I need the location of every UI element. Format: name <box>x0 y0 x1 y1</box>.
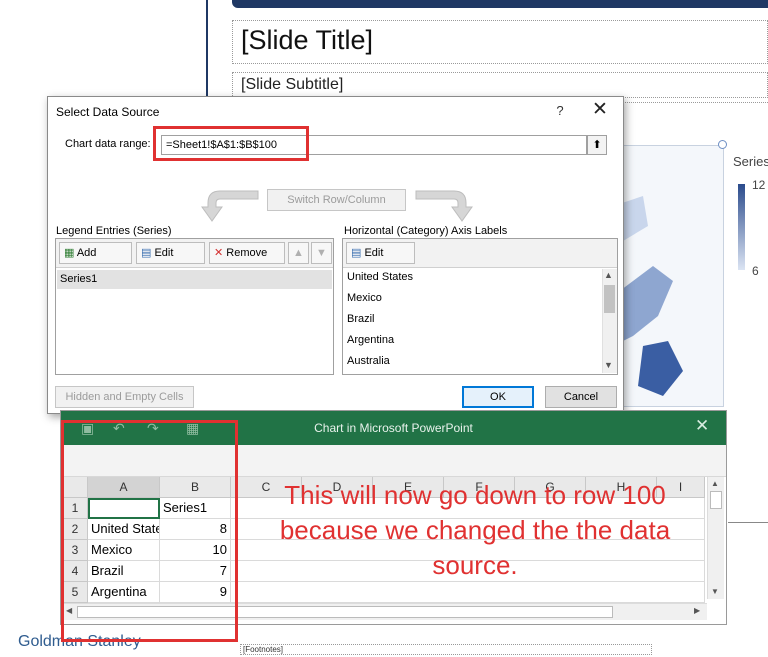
collapse-dialog-button[interactable]: ⬆ <box>587 135 607 155</box>
map-chart-area[interactable] <box>612 145 724 407</box>
axis-list-item[interactable]: United States <box>347 271 413 283</box>
chart-legend-max: 12 <box>752 178 766 192</box>
select-data-source-dialog: Select Data Source ? ✕ Chart data range:… <box>47 96 624 414</box>
axis-labels-label: Horizontal (Category) Axis Labels <box>344 225 508 237</box>
scrollbar-thumb[interactable] <box>710 491 722 509</box>
edit-series-button[interactable]: ▤ Edit <box>136 242 205 264</box>
slide-title-placeholder[interactable]: [Slide Title] <box>232 20 768 64</box>
edit-axis-labels-button[interactable]: ▤ Edit <box>346 242 415 264</box>
edit-label: Edit <box>364 247 384 259</box>
chart-legend-title: Series <box>733 154 768 169</box>
empty-cells-row[interactable] <box>231 582 705 603</box>
series-list-item[interactable]: Series1 <box>57 270 332 289</box>
axis-toolbar: ▤ Edit <box>343 239 617 268</box>
cancel-button[interactable]: Cancel <box>545 386 617 408</box>
scroll-up-icon[interactable]: ▲ <box>604 270 613 280</box>
chart-legend-min: 6 <box>752 264 759 278</box>
move-down-button[interactable]: ▼ <box>311 242 332 264</box>
remove-icon: ✕ <box>214 247 227 259</box>
remove-label: Remove <box>226 247 268 259</box>
vertical-scrollbar[interactable]: ▲ ▼ <box>707 477 724 599</box>
switch-right-arrow-icon <box>415 190 473 222</box>
legend-toolbar: ▦ Add ▤ Edit ✕ Remove ▲ ▼ <box>56 239 333 268</box>
axis-list-item[interactable]: Mexico <box>347 292 382 304</box>
chart-resize-handle[interactable] <box>718 140 727 149</box>
axis-list-item[interactable]: Australia <box>347 355 390 367</box>
edit-icon: ▤ <box>141 247 155 259</box>
scroll-right-icon[interactable]: ▶ <box>694 606 700 615</box>
annotation-text: This will now go down to row 100 because… <box>279 480 671 580</box>
scroll-down-icon[interactable]: ▼ <box>711 587 719 596</box>
dialog-title: Select Data Source <box>56 105 160 119</box>
chart-data-range-label: Chart data range: <box>65 138 151 150</box>
add-label: Add <box>76 247 97 259</box>
range-highlight-box <box>153 126 309 161</box>
switch-row-column-button[interactable]: Switch Row/Column <box>267 189 406 211</box>
scroll-down-icon[interactable]: ▼ <box>604 360 613 370</box>
remove-series-button[interactable]: ✕ Remove <box>209 242 285 264</box>
switch-left-arrow-icon <box>201 190 259 222</box>
move-up-button[interactable]: ▲ <box>288 242 309 264</box>
legend-entries-label: Legend Entries (Series) <box>56 225 172 237</box>
axis-labels-panel: ▤ Edit United States Mexico Brazil Argen… <box>342 238 618 375</box>
edit-icon: ▤ <box>351 247 365 259</box>
slide-header-bar <box>232 0 768 8</box>
add-series-button[interactable]: ▦ Add <box>59 242 132 264</box>
add-icon: ▦ <box>64 247 77 259</box>
scroll-up-icon[interactable]: ▲ <box>711 479 719 488</box>
columns-highlight-box <box>61 420 238 642</box>
ok-button[interactable]: OK <box>462 386 534 408</box>
slide-rule <box>728 522 768 523</box>
chart-legend-gradient <box>738 184 745 270</box>
hidden-empty-cells-button[interactable]: Hidden and Empty Cells <box>55 386 194 408</box>
legend-entries-panel: ▦ Add ▤ Edit ✕ Remove ▲ ▼ Series1 <box>55 238 334 375</box>
edit-label: Edit <box>154 247 174 259</box>
map-chart-shapes <box>613 196 683 396</box>
footnotes-placeholder[interactable]: [Footnotes] <box>240 644 652 655</box>
axis-list-item[interactable]: Brazil <box>347 313 375 325</box>
slide-subtitle-placeholder[interactable]: [Slide Subtitle] <box>232 72 768 98</box>
axis-list-item[interactable]: Argentina <box>347 334 394 346</box>
close-icon[interactable]: ✕ <box>695 416 709 436</box>
scrollbar-thumb[interactable] <box>604 285 615 313</box>
close-icon[interactable]: ✕ <box>590 100 610 120</box>
help-icon[interactable]: ? <box>553 103 567 118</box>
